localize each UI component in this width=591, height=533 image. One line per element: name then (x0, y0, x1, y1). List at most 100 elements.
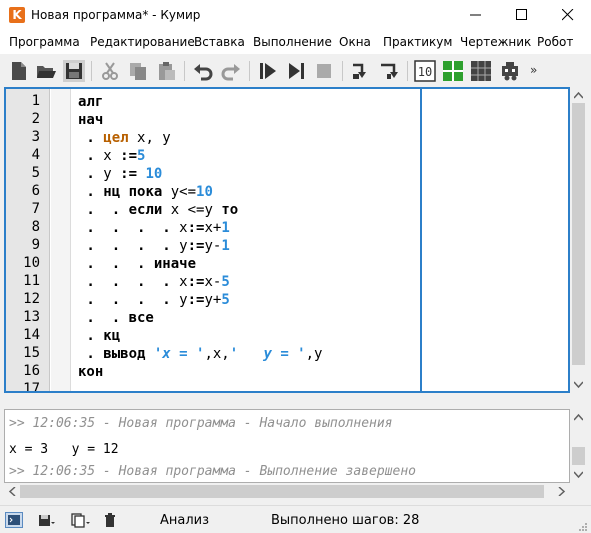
window-title: Новая программа* - Кумир (31, 8, 201, 22)
menu-bar: Программа Редактирование Вставка Выполне… (0, 30, 591, 54)
editor-scroll-thumb[interactable] (572, 103, 585, 365)
breakpoint-margin[interactable] (51, 89, 71, 391)
robot-grid-button[interactable] (470, 60, 492, 82)
copy-icon (130, 63, 146, 80)
code-line[interactable]: кон (78, 363, 103, 381)
code-line[interactable]: . . . . x:=x+1 (78, 219, 229, 237)
counter-button[interactable]: 10 (414, 60, 436, 82)
menu-practicum[interactable]: Практикум (383, 35, 452, 49)
panel-splitter[interactable] (0, 393, 591, 409)
line-number: 11 (23, 273, 40, 289)
code-line[interactable]: . . . . y:=y-1 (78, 237, 229, 255)
menu-robot[interactable]: Робот (537, 35, 573, 49)
save-icon (39, 515, 55, 526)
console-toggle-button[interactable] (5, 512, 23, 528)
run-button[interactable] (257, 60, 279, 82)
code-line[interactable]: алг (78, 93, 103, 111)
cut-button[interactable] (99, 60, 121, 82)
code-line[interactable]: . нц пока y<=10 (78, 183, 212, 201)
maximize-button[interactable] (499, 0, 545, 30)
counter-icon: 10 (414, 60, 436, 82)
line-number: 1 (31, 93, 40, 109)
line-number: 15 (23, 345, 40, 361)
console-horizontal-scrollbar[interactable] (4, 483, 570, 500)
code-line[interactable]: . . если x <=y то (78, 201, 238, 219)
scroll-down-icon (574, 471, 583, 479)
undo-icon (194, 64, 213, 81)
step-out-button[interactable] (378, 60, 400, 82)
resize-grip-icon (579, 523, 587, 531)
console-hscroll-thumb[interactable] (20, 485, 544, 498)
title-bar: K Новая программа* - Кумир (0, 0, 591, 30)
code-line[interactable]: . . все (78, 309, 153, 327)
redo-icon (221, 64, 240, 81)
line-number: 2 (31, 111, 40, 127)
drawer-grid-button[interactable] (442, 60, 464, 82)
robot-icon (502, 62, 518, 81)
maximize-icon (516, 9, 527, 20)
stop-button[interactable] (313, 60, 335, 82)
status-mode: Анализ (160, 513, 210, 528)
menu-drawer[interactable]: Чертежник (460, 35, 531, 49)
console-scroll-thumb[interactable] (572, 447, 585, 465)
toolbar-overflow-icon[interactable]: » (530, 63, 537, 77)
code-line[interactable]: . . . . y:=y+5 (78, 291, 229, 309)
line-number: 14 (23, 327, 40, 343)
step-into-button[interactable] (350, 60, 372, 82)
menu-insert[interactable]: Вставка (194, 35, 245, 49)
robot-button[interactable] (499, 60, 521, 82)
minimize-button[interactable] (453, 0, 499, 30)
line-number: 16 (23, 363, 40, 379)
code-line[interactable]: . кц (78, 327, 120, 345)
redo-button[interactable] (220, 60, 242, 82)
line-number: 9 (31, 237, 40, 253)
code-line[interactable]: . x :=5 (78, 147, 145, 165)
copy-button[interactable] (127, 60, 149, 82)
code-line[interactable]: нач (78, 111, 103, 129)
code-line[interactable]: . y := 10 (78, 165, 162, 183)
line-number: 3 (31, 129, 40, 145)
code-line[interactable]: . . . . x:=x-5 (78, 273, 229, 291)
line-number: 4 (31, 147, 40, 163)
status-steps: Выполнено шагов: 28 (271, 513, 420, 528)
minimize-icon (470, 14, 481, 16)
close-button[interactable] (545, 0, 591, 30)
grid-green-icon (443, 61, 463, 81)
clear-output-button[interactable] (102, 512, 120, 528)
code-text-area[interactable]: алг нач . цел x, y . x :=5 . y := 10 . нц… (72, 89, 420, 391)
save-icon (66, 63, 82, 79)
save-output-button[interactable] (37, 512, 55, 528)
svg-text:10: 10 (418, 65, 432, 79)
paste-button[interactable] (155, 60, 177, 82)
menu-program[interactable]: Программа (9, 35, 80, 49)
console-output-line: x = 3 y = 12 (9, 442, 119, 457)
menu-edit[interactable]: Редактирование (90, 35, 195, 49)
menu-windows[interactable]: Окна (339, 35, 371, 49)
code-line[interactable]: . . . иначе (78, 255, 196, 273)
scroll-up-icon (574, 91, 583, 99)
cut-icon (102, 62, 118, 80)
scroll-up-icon (574, 413, 583, 421)
line-number: 7 (31, 201, 40, 217)
run-step-button[interactable] (285, 60, 307, 82)
line-number-gutter: 1 2 3 4 5 6 7 8 9 10 11 12 13 14 15 16 1… (6, 89, 50, 391)
new-file-button[interactable] (8, 60, 30, 82)
line-number: 10 (23, 255, 40, 271)
code-line[interactable]: . цел x, y (78, 129, 170, 147)
console-log-line: >> 12:06:35 - Новая программа - Выполнен… (9, 464, 416, 479)
open-file-button[interactable] (35, 60, 57, 82)
menu-run[interactable]: Выполнение (253, 35, 332, 49)
console-vertical-scrollbar[interactable] (570, 409, 587, 483)
editor-vertical-scrollbar[interactable] (570, 87, 587, 393)
output-console[interactable]: >> 12:06:35 - Новая программа - Начало в… (4, 409, 570, 483)
line-number: 12 (23, 291, 40, 307)
line-number: 6 (31, 183, 40, 199)
trash-icon (105, 513, 115, 527)
undo-button[interactable] (192, 60, 214, 82)
save-button[interactable] (63, 60, 85, 82)
code-line[interactable]: . вывод 'x = ',x,' y = ',y (78, 345, 322, 363)
copy-icon (71, 513, 90, 528)
new-file-icon (12, 62, 26, 80)
code-editor[interactable]: 1 2 3 4 5 6 7 8 9 10 11 12 13 14 15 16 1… (4, 87, 570, 393)
copy-output-button[interactable] (70, 512, 90, 528)
